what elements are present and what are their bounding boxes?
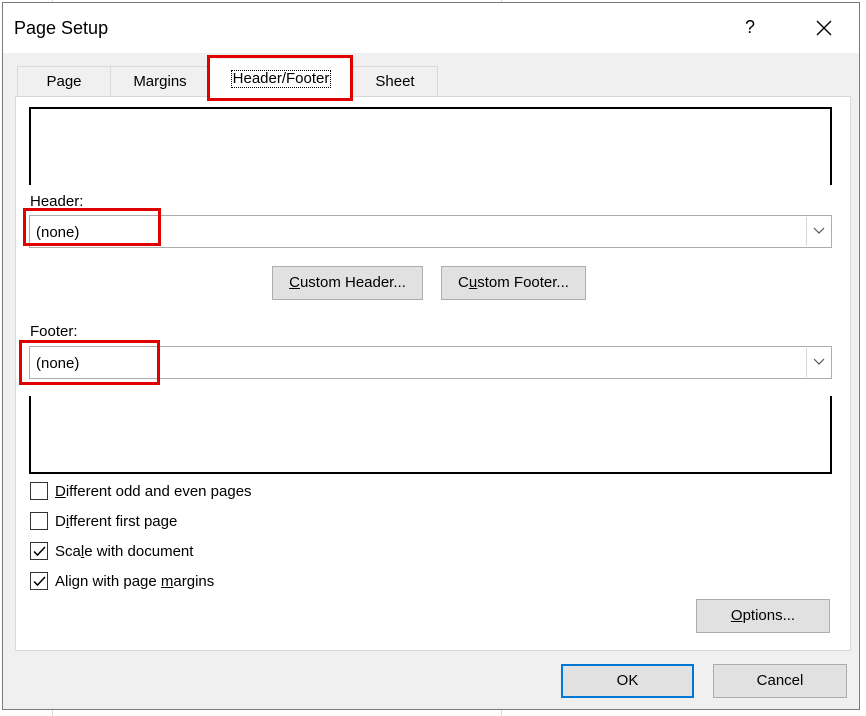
checkbox-label: Different odd and even pages xyxy=(55,483,252,500)
options-button[interactable]: Options... xyxy=(696,599,830,633)
footer-dropdown[interactable]: (none) xyxy=(29,346,832,379)
header-label: Header: xyxy=(30,193,84,210)
checkbox-label: Scale with document xyxy=(55,543,194,560)
close-button[interactable] xyxy=(809,15,839,41)
header-dropdown-arrow[interactable] xyxy=(806,217,830,246)
different-odd-even-checkbox[interactable] xyxy=(30,482,48,500)
tab-margins[interactable]: Margins xyxy=(110,66,210,96)
tab-page[interactable]: Page xyxy=(17,66,111,96)
footer-dropdown-arrow[interactable] xyxy=(806,348,830,377)
header-dropdown[interactable]: (none) xyxy=(29,215,832,248)
header-dropdown-value: (none) xyxy=(36,224,80,241)
checkmark-icon xyxy=(33,576,46,587)
header-preview xyxy=(29,107,832,185)
checkbox-label: Align with page margins xyxy=(55,573,215,590)
checkbox-label: Different first page xyxy=(55,513,178,530)
chevron-down-icon xyxy=(813,358,825,365)
tab-header-footer[interactable]: Header/Footer xyxy=(209,59,353,99)
help-button[interactable]: ? xyxy=(745,17,755,38)
footer-preview xyxy=(29,396,832,474)
footer-dropdown-value: (none) xyxy=(36,355,80,372)
close-icon xyxy=(816,20,832,36)
custom-footer-button[interactable]: Custom Footer... xyxy=(441,266,586,300)
custom-header-button[interactable]: Custom Header... xyxy=(272,266,423,300)
chevron-down-icon xyxy=(813,227,825,234)
cancel-button[interactable]: Cancel xyxy=(713,664,847,698)
different-first-page-checkbox[interactable] xyxy=(30,512,48,530)
checkmark-icon xyxy=(33,546,46,557)
dialog-title: Page Setup xyxy=(14,18,109,38)
tab-sheet[interactable]: Sheet xyxy=(352,66,438,96)
scale-with-document-checkbox[interactable] xyxy=(30,542,48,560)
title-bar: Page Setup ? xyxy=(3,3,859,53)
align-with-margins-checkbox[interactable] xyxy=(30,572,48,590)
footer-label: Footer: xyxy=(30,323,78,340)
ok-button[interactable]: OK xyxy=(561,664,694,698)
